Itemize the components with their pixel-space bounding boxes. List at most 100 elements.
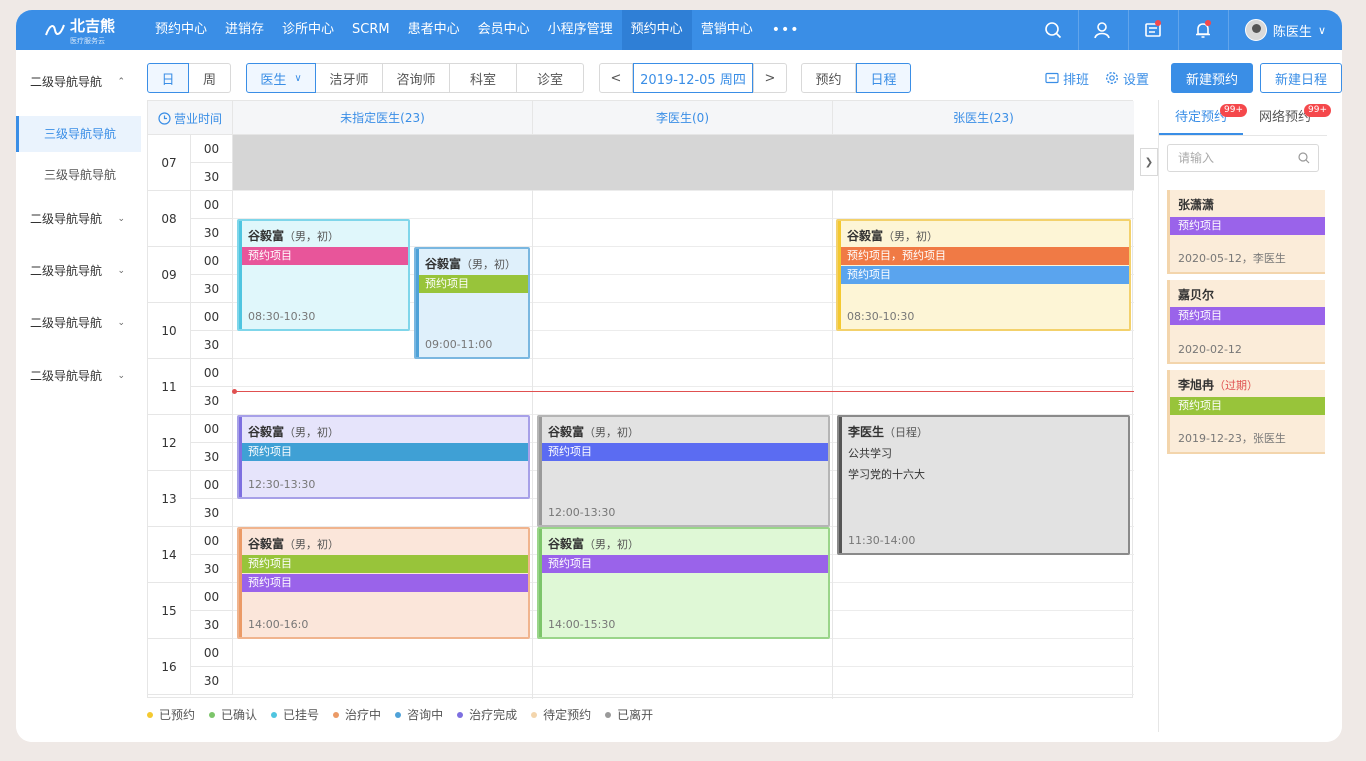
bell-icon[interactable] [1179,10,1229,50]
user-icon[interactable] [1079,10,1129,50]
sidebar-item-1[interactable]: 三级导航导航 [16,116,141,152]
sidebar-item-label: 三级导航导航 [44,168,117,182]
role-tab-consultant[interactable]: 咨询师 [383,63,450,93]
appointment-item-tag: 预约项目，预约项目 [841,247,1129,265]
legend-item: 已确认 [209,706,257,723]
appointment-patient: 谷毅富（男，初） [847,227,938,244]
sidebar-item-0[interactable]: 二级导航导航 ⌃ [16,69,141,95]
new-schedule-button[interactable]: 新建日程 [1260,63,1343,93]
appointment-card[interactable]: 李医生（日程） 公共学习 学习党的十六大 11:30-14:00 [837,415,1130,555]
nav-item-1[interactable]: 进销存 [216,10,273,50]
appointment-card[interactable]: 谷毅富（男，初） 预约项目 预约项目 14:00-16:0 [237,527,530,639]
next-day-button[interactable]: > [753,63,787,93]
sidebar-item-2[interactable]: 三级导航导航 [16,162,141,188]
shift-label: 排班 [1063,72,1090,88]
brand-logo[interactable]: 北吉熊 医疗服务云 [16,10,146,50]
legend-item: 咨询中 [395,706,443,723]
pending-footer: 2020-02-12 [1178,343,1242,356]
view-day-button[interactable]: 日 [147,63,189,93]
appointment-patient: 谷毅富（男，初） [248,535,339,552]
minute-label: 00 [191,359,233,387]
pending-appointment-card[interactable]: 张潇潇 预约项目 2020-05-12，李医生 [1167,190,1325,274]
nav-item-4[interactable]: 患者中心 [399,10,469,50]
column-divider [532,135,533,699]
chevron-down-icon: ⌄ [117,371,125,381]
prev-day-button[interactable]: < [599,63,633,93]
column-header-unassigned[interactable]: 未指定医生(23) [233,101,533,135]
sidebar-item-label: 二级导航导航 [30,369,103,383]
sidebar: 二级导航导航 ⌃ 三级导航导航 三级导航导航 二级导航导航 ⌄ 二级导航导航 ⌄ 二级导航导航 ⌄… [16,56,141,742]
message-icon[interactable] [1129,10,1179,50]
hour-label: 08 [148,191,191,247]
column-header-doctor-li[interactable]: 李医生(0) [533,101,833,135]
legend-label: 已确认 [221,708,258,722]
nav-more-button[interactable]: ••• [762,10,810,50]
appointment-time: 09:00-11:00 [425,338,493,351]
appointment-card[interactable]: 谷毅富（男，初） 预约项目 12:30-13:30 [237,415,530,499]
appointment-card[interactable]: 谷毅富（男，初） 预约项目 12:00-13:30 [537,415,830,527]
tab-pending[interactable]: 待定预约 99+ [1159,100,1247,135]
nav-item-2[interactable]: 诊所中心 [273,10,343,50]
appointment-card[interactable]: 谷毅富（男，初） 预约项目 14:00-15:30 [537,527,830,639]
grid-line [233,386,1134,387]
patient-name: 谷毅富 [248,229,285,243]
legend-item: 待定预约 [531,706,591,723]
sidebar-item-3[interactable]: 二级导航导航 ⌄ [16,206,141,232]
role-tab-department[interactable]: 科室 [450,63,517,93]
mode-schedule-button[interactable]: 日程 [856,63,911,93]
search-icon[interactable] [1029,10,1079,50]
legend-dot [605,711,612,718]
nav-item-3[interactable]: SCRM [343,10,399,50]
patient-name: 李医生 [848,425,885,439]
grid-line [233,666,1134,667]
view-week-button[interactable]: 周 [189,63,231,93]
pending-appointment-card[interactable]: 李旭冉（过期） 预约项目 2019-12-23，张医生 [1167,370,1325,454]
minute-label: 00 [191,527,233,555]
panel-collapse-button[interactable]: ❯ [1140,148,1158,176]
avatar [1244,19,1267,41]
tab-online[interactable]: 网络预约 99+ [1243,100,1331,135]
nav-item-7[interactable]: 预约中心 [621,10,692,50]
sidebar-item-5[interactable]: 二级导航导航 ⌄ [16,310,141,336]
mode-appointment-button[interactable]: 预约 [801,63,856,93]
minute-label: 00 [191,247,233,275]
nav-item-8[interactable]: 营销中心 [692,10,762,50]
closed-hours-block [233,135,1134,190]
pending-patient-name: 李旭冉 [1178,378,1215,392]
column-header-doctor-zhang[interactable]: 张医生(23) [833,101,1134,135]
minute-label: 30 [191,499,233,527]
minute-label: 00 [191,135,233,163]
hour-label: 07 [148,135,191,191]
shift-link[interactable]: 排班 [1045,69,1089,88]
appointment-card[interactable]: 谷毅富（男，初） 预约项目，预约项目 预约项目 08:30-10:30 [836,219,1131,331]
role-switch: 医生 ∨ 洁牙师 咨询师 科室 诊室 [246,63,584,93]
minute-label: 00 [191,303,233,331]
patient-meta: （男，初） [584,426,640,439]
appointment-card[interactable]: 谷毅富（男，初） 预约项目 09:00-11:00 [414,247,530,359]
date-picker[interactable]: 2019-12-05 周四 [633,63,753,93]
minute-label: 30 [191,163,233,191]
legend-label: 已预约 [159,708,196,722]
sidebar-item-6[interactable]: 二级导航导航 ⌄ [16,363,141,389]
appointment-card[interactable]: 谷毅富（男，初） 预约项目 08:30-10:30 [237,219,410,331]
appointment-time: 08:30-10:30 [847,310,915,323]
user-menu[interactable]: 陈医生 ∨ [1229,19,1326,41]
settings-link[interactable]: 设置 [1105,69,1149,88]
nav-item-0[interactable]: 预约中心 [146,10,216,50]
pending-appointment-card[interactable]: 嘉贝尔 预约项目 2020-02-12 [1167,280,1325,364]
new-appointment-button[interactable]: 新建预约 [1171,63,1254,93]
sidebar-item-4[interactable]: 二级导航导航 ⌄ [16,258,141,284]
role-tab-room[interactable]: 诊室 [517,63,584,93]
grid-line [233,358,1134,359]
grid-line [233,190,1134,191]
brand-name: 北吉熊 [70,16,116,35]
pending-search-input[interactable]: 请输入 [1167,144,1319,172]
message-unread-dot [1154,20,1161,26]
nav-item-5[interactable]: 会员中心 [469,10,539,50]
role-select[interactable]: 医生 ∨ [246,63,316,93]
calendar-grid[interactable]: 07 00 30 08 00 30 09 00 30 10 00 30 11 00 30 12 00 30 13 00… [148,135,1134,699]
minute-label: 00 [191,639,233,667]
role-tab-hygienist[interactable]: 洁牙师 [316,63,383,93]
patient-meta: （男，初） [284,230,340,243]
nav-item-6[interactable]: 小程序管理 [539,10,622,50]
